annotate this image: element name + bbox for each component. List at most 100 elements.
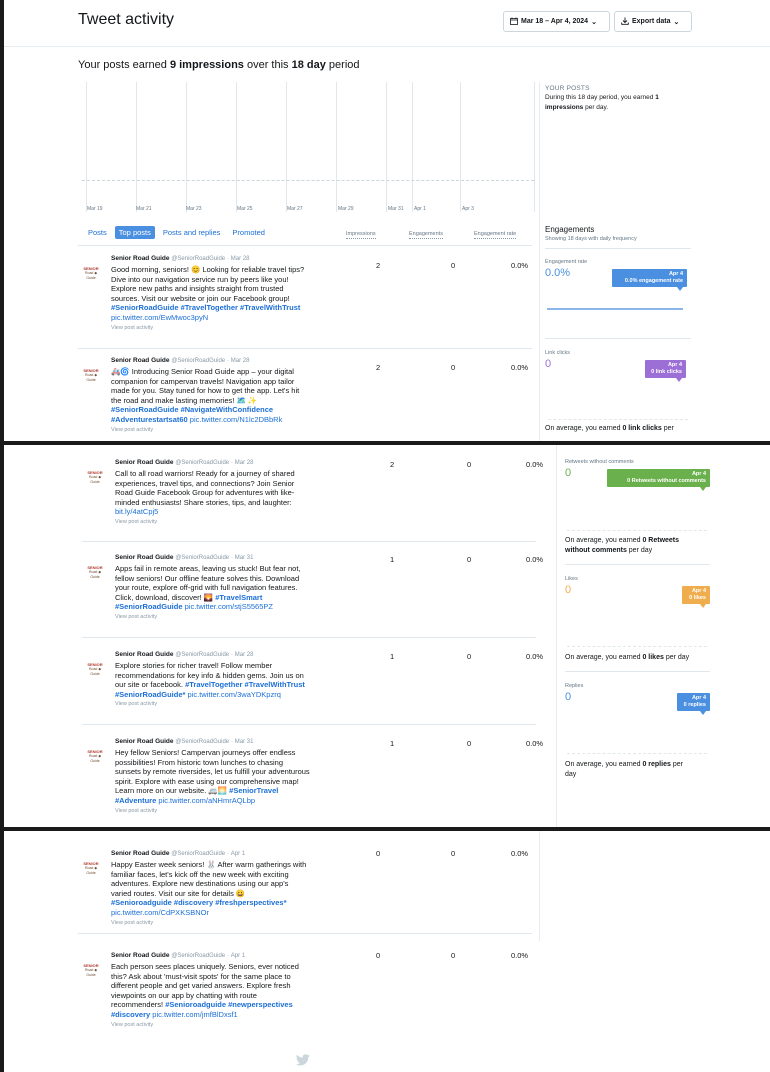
avatar: SENIOR Road ◆ Guide [84, 470, 106, 484]
author-name[interactable]: Senior Road Guide [111, 952, 170, 959]
author-name[interactable]: Senior Road Guide [111, 255, 170, 262]
post-hashtags[interactable]: #discovery [111, 1010, 150, 1019]
author-handle[interactable]: @SeniorRoadGuide [171, 851, 225, 857]
graph-gridline [236, 82, 237, 212]
post-row[interactable]: SENIOR Road ◆ Guide Senior Road Guide @Se… [82, 553, 543, 638]
tab-posts[interactable]: Posts [84, 226, 111, 239]
column-divider [539, 831, 540, 941]
avatar: SENIOR Road ◆ Guide [80, 861, 102, 875]
author-handle[interactable]: @SeniorRoadGuide [171, 358, 225, 364]
summary-prefix: Your posts earned [78, 59, 170, 71]
tooltip-text: 0 replies [683, 702, 706, 708]
panel-bottom: SENIOR Road ◆ Guide Senior Road Guide @Se… [4, 831, 770, 1072]
post-hashtags[interactable]: #SeniorTravel [229, 786, 278, 795]
post-hashtags[interactable]: #Senioroadguide #discovery #freshperspec… [111, 898, 346, 908]
post-link[interactable]: pic.twitter.com/3waYDKpzrq [188, 690, 281, 699]
author-handle[interactable]: @SeniorRoadGuide [175, 739, 229, 745]
post-hashtags[interactable]: #SeniorRoadGuide [115, 602, 183, 611]
view-post-activity-link[interactable]: View post activity [111, 427, 346, 433]
post-link[interactable]: pic.twitter.com/CdPXKSBNOr [111, 908, 346, 918]
link-clicks-value: 0 [545, 358, 552, 370]
post-date-sep: · [226, 953, 229, 959]
retweets-label: Retweets without comments [565, 459, 634, 465]
post-hashtags[interactable]: #Adventure [115, 796, 156, 805]
view-post-activity-link[interactable]: View post activity [115, 808, 350, 814]
your-posts-text: During this 18 day period, you earned 1 i… [545, 93, 695, 112]
author-name[interactable]: Senior Road Guide [115, 651, 174, 658]
post-link[interactable]: pic.twitter.com/jmfBlDxsf1 [152, 1010, 237, 1019]
tab-promoted[interactable]: Promoted [228, 226, 269, 239]
post-hashtags[interactable]: #SeniorRoadGuide #NavigateWithConfidence [111, 405, 346, 415]
post-date: Mar 28 [234, 460, 254, 466]
post-header: Senior Road Guide @SeniorRoadGuide · Mar… [115, 553, 350, 563]
post-hashtags[interactable]: #TravelTogether #TravelWithTrust [185, 680, 305, 689]
post-hashtags[interactable]: #TravelSmart [215, 593, 262, 602]
column-engagements[interactable]: Engagements [409, 231, 443, 239]
post-line: recommenders! [111, 1000, 164, 1010]
post-line: Explore new paths and insights straight … [111, 284, 284, 294]
post-row[interactable]: SENIOR Road ◆ Guide Senior Road Guide @Se… [82, 737, 543, 827]
post-row[interactable]: SENIOR Road ◆ Guide Senior Road Guide @Se… [82, 650, 543, 725]
post-engagements: 0 [451, 849, 456, 858]
date-range-button[interactable]: Mar 18 – Apr 4, 2024 ⌄ [503, 11, 610, 32]
author-handle[interactable]: @SeniorRoadGuide [175, 652, 229, 658]
post-hashtags[interactable]: #Senioroadguide #newperspectives [165, 1000, 293, 1009]
post-line: varied routes. Visit our site for detail… [111, 888, 246, 898]
chevron-down-icon: ⌄ [673, 18, 680, 26]
link-clicks-label: Link clicks [545, 350, 571, 356]
author-handle[interactable]: @SeniorRoadGuide [171, 953, 225, 959]
post-date: Mar 31 [234, 555, 254, 561]
avatar: SENIOR Road ◆ Guide [80, 963, 102, 977]
view-post-activity-link[interactable]: View post activity [115, 701, 350, 707]
author-handle[interactable]: @SeniorRoadGuide [171, 256, 225, 262]
likes-label: Likes [565, 576, 578, 582]
author-name[interactable]: Senior Road Guide [115, 459, 174, 466]
author-handle[interactable]: @SeniorRoadGuide [175, 460, 229, 466]
post-row[interactable]: SENIOR Road ◆ Guide Senior Road Guide @Se… [78, 951, 532, 1036]
author-name[interactable]: Senior Road Guide [111, 357, 170, 364]
post-hashtags[interactable]: #SeniorRoadGuide* [115, 690, 185, 699]
replies-label: Replies [565, 683, 584, 689]
post-line: Hey fellow Seniors! Campervan journeys o… [115, 748, 296, 757]
view-post-activity-link[interactable]: View post activity [115, 614, 350, 620]
post-line: Apps fail in remote areas, leaving us st… [115, 564, 301, 573]
view-post-activity-link[interactable]: View post activity [111, 1022, 346, 1028]
post-line: fellow seniors! Our offline feature solv… [115, 573, 300, 583]
post-engagements: 0 [467, 460, 472, 469]
author-name[interactable]: Senior Road Guide [111, 850, 170, 857]
post-link[interactable]: pic.twitter.com/N1lc2DBbRk [190, 415, 283, 424]
post-text: Happy Easter week seniors! 🐰 After warm … [111, 860, 346, 918]
post-link[interactable]: pic.twitter.com/aNHmrAQLbp [158, 796, 255, 805]
likes-tooltip: Apr 40 likes [682, 586, 710, 608]
column-impressions[interactable]: Impressions [346, 231, 376, 239]
post-row[interactable]: SENIOR Road ◆ Guide Senior Road Guide @Se… [78, 849, 532, 934]
avatar-line2: Road ◆ Guide [84, 271, 98, 280]
author-name[interactable]: Senior Road Guide [115, 554, 174, 561]
tooltip-text: 0 link clicks [651, 369, 682, 375]
post-hashtags[interactable]: #SeniorRoadGuide #TravelTogether #Travel… [111, 303, 346, 313]
author-handle[interactable]: @SeniorRoadGuide [175, 555, 229, 561]
tab-top-posts[interactable]: Top posts [114, 226, 155, 239]
graph-x-label: Mar 21 [136, 206, 152, 212]
export-data-button[interactable]: Export data ⌄ [614, 11, 692, 32]
avatar-line2: Road ◆ Guide [84, 866, 98, 875]
avg-value: without comments [565, 547, 627, 554]
post-link[interactable]: bit.ly/4atCpj5 [115, 507, 350, 517]
post-hashtags[interactable]: #Adventurestartsat60 [111, 415, 188, 424]
post-link[interactable]: pic.twitter.com/EwMwoc3pyN [111, 313, 346, 323]
post-row[interactable]: SENIOR Road ◆ Guide Senior Road Guide @Se… [78, 356, 532, 441]
post-row[interactable]: SENIOR Road ◆ Guide Senior Road Guide @Se… [78, 254, 532, 349]
view-post-activity-link[interactable]: View post activity [115, 519, 350, 525]
post-body: Senior Road Guide @SeniorRoadGuide · Apr… [111, 849, 346, 926]
post-link[interactable]: pic.twitter.com/stjS5565PZ [185, 602, 273, 611]
post-row[interactable]: SENIOR Road ◆ Guide Senior Road Guide @Se… [82, 458, 543, 542]
graph-gridline [386, 82, 387, 212]
view-post-activity-link[interactable]: View post activity [111, 325, 346, 331]
post-header: Senior Road Guide @SeniorRoadGuide · Mar… [115, 650, 350, 660]
column-engagement-rate[interactable]: Engagement rate [474, 231, 517, 239]
avatar-line2: Road ◆ Guide [84, 968, 98, 977]
post-date-sep: · [226, 358, 229, 364]
author-name[interactable]: Senior Road Guide [115, 738, 174, 745]
tab-posts-and-replies[interactable]: Posts and replies [159, 226, 225, 239]
view-post-activity-link[interactable]: View post activity [111, 920, 346, 926]
